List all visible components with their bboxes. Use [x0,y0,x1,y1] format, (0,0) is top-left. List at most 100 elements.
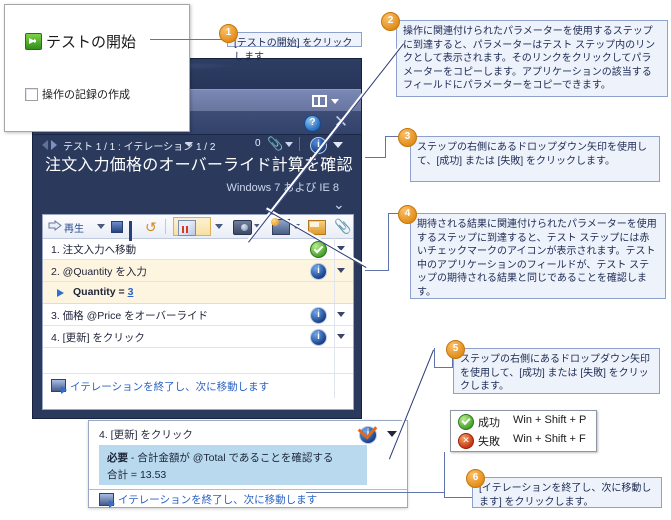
callout-6: [イテレーションを終了し、次に移動します] をクリックします。 [472,477,662,508]
start-test-dialog: テストの開始 操作の記録の作成 [4,4,190,132]
leader-line [365,270,389,271]
expected-result-band: 必要 - 合計金額が @Total であることを確認する 合計 = 13.53 [99,445,367,485]
expand-chevron-down-icon[interactable]: ⌄ [333,197,347,211]
end-iteration-label[interactable]: イテレーションを終了し、次に移動します [118,492,317,507]
create-action-recording-checkbox[interactable] [25,88,38,101]
callout-number-2: 2 [381,12,400,31]
table-row[interactable]: 3. 価格 @Price をオーバーライド i [43,304,353,326]
callout-number-6: 6 [466,469,485,488]
callout-number-3: 3 [398,128,417,147]
leader-line [388,349,434,460]
list-item: 失敗 Win + Shift + F [451,430,596,449]
end-iteration-label[interactable]: イテレーションを終了し、次に移動します [70,379,269,394]
status-shortcut-legend: 成功 Win + Shift + P 失敗 Win + Shift + F [450,410,597,452]
start-arrow-icon [25,33,42,50]
expected-description: - 合計金額が @Total であることを確認する [130,452,334,464]
iteration-chevron-down-icon[interactable] [185,142,193,147]
camera-icon[interactable] [233,220,252,235]
step-parameter-row[interactable]: Quantity = 3 [43,282,353,304]
toolbar-divider [299,137,300,151]
row-gutter [334,326,353,347]
legend-label: 成功 [478,417,500,429]
step-text: 3. 価格 @Price をオーバーライド [51,310,208,322]
previous-test-icon[interactable] [42,140,48,150]
row-gutter [334,348,353,373]
leader-line [444,452,445,497]
legend-shortcut: Win + Shift + F [513,433,586,445]
step-detail-popup: 4. [更新] をクリック i 必要 - 合計金額が @Total であることを… [88,419,408,508]
leader-line [388,213,389,271]
list-item: 成功 Win + Shift + P [451,411,596,430]
play-icon[interactable] [48,220,62,233]
start-test-label[interactable]: テストの開始 [46,31,136,52]
callout-1: [テストの開始] をクリックします [227,32,362,63]
expected-value: 合計 = 13.53 [107,469,167,481]
leader-line [306,492,444,493]
step-text: 4. [更新] をクリック [51,332,145,344]
dock-split-icon[interactable] [312,95,327,107]
step-text: 1. 注文入力へ移動 [51,244,137,256]
info-circle-icon[interactable]: i [310,329,327,346]
step-text: 2. @Quantity を入力 [51,266,147,278]
callout-2: 操作に関連付けられたパラメーターを使用するステップに到達すると、パラメーターはテ… [396,20,668,97]
steps-toolbar: 再生 ↺ 📎 [43,215,353,241]
parameter-arrow-icon [57,289,64,297]
divider [89,489,407,490]
expected-label: 必要 [107,452,128,464]
reset-icon[interactable]: ↺ [145,219,157,236]
empty-row [43,348,353,374]
record-chevron-down-icon[interactable] [215,224,223,229]
play-button-label[interactable]: 再生 [64,220,84,235]
fail-circle-icon [458,433,474,449]
help-icon[interactable]: ? [304,115,321,132]
pass-circle-icon [458,414,474,430]
stop-button[interactable] [111,221,123,233]
row-gutter [334,260,353,281]
table-row[interactable]: 1. 注文入力へ移動 [43,238,353,260]
callout-4: 期待される結果に関連付けられたパラメーターを使用するステップに到達すると、テスト… [410,213,666,299]
callout-3: ステップの右側にあるドロップダウン矢印を使用して、[成功] または [失敗] を… [410,136,660,182]
detail-step-text: 4. [更新] をクリック [99,429,193,441]
callout-number-5: 5 [446,340,465,359]
parameter-value-link[interactable]: 3 [128,286,134,298]
info-chevron-down-icon[interactable] [333,142,343,148]
table-row[interactable]: 2. @Quantity を入力 i [43,260,353,282]
record-icon [178,220,196,236]
steps-list: 1. 注文入力へ移動 2. @Quantity を入力 i Quantity =… [43,238,353,409]
row-gutter [334,304,353,325]
dock-split-chevron-down-icon[interactable] [331,99,339,104]
create-action-recording-label[interactable]: 操作の記録の作成 [42,86,130,102]
parameter-name: Quantity = 3 [73,286,133,298]
paperclip-icon[interactable]: 📎 [267,137,283,152]
pause-button[interactable] [129,221,139,241]
end-iteration-icon [51,379,67,394]
leader-line [444,497,472,498]
leader-line [434,367,453,368]
play-chevron-down-icon[interactable] [97,224,105,229]
legend-label: 失敗 [478,436,500,448]
leader-line [385,136,386,158]
info-circle-icon[interactable]: i [310,307,327,324]
leader-line [150,39,228,40]
row-gutter [334,374,353,398]
attachment-chevron-down-icon[interactable] [285,142,293,147]
row-gutter [334,282,353,303]
expected-result-text: 必要 - 合計金額が @Total であることを確認する [107,450,333,465]
test-steps-pane: 再生 ↺ 📎 1. 注文入力へ移動 2. @Quantity を入力 i Qua… [42,214,354,410]
legend-shortcut: Win + Shift + P [513,414,587,426]
end-iteration-row[interactable]: イテレーションを終了し、次に移動します [43,374,353,398]
end-iteration-icon [99,493,115,508]
next-test-icon[interactable] [51,140,57,150]
parameter-name-text: Quantity = [73,286,125,298]
record-button[interactable] [173,217,211,236]
attachment-count: 0 [255,138,261,149]
info-circle-icon[interactable]: i [310,263,327,280]
leader-line [434,348,435,368]
callout-5: ステップの右側にあるドロップダウン矢印を使用して、[成功] または [失敗] を… [453,348,660,394]
toolbar-divider [165,219,166,234]
callout-number-1: 1 [219,24,238,43]
callout-number-4: 4 [398,205,417,224]
table-row[interactable]: 4. [更新] をクリック i [43,326,353,348]
attachment-paperclip-icon[interactable]: 📎 [334,218,351,235]
leader-line [365,157,386,158]
